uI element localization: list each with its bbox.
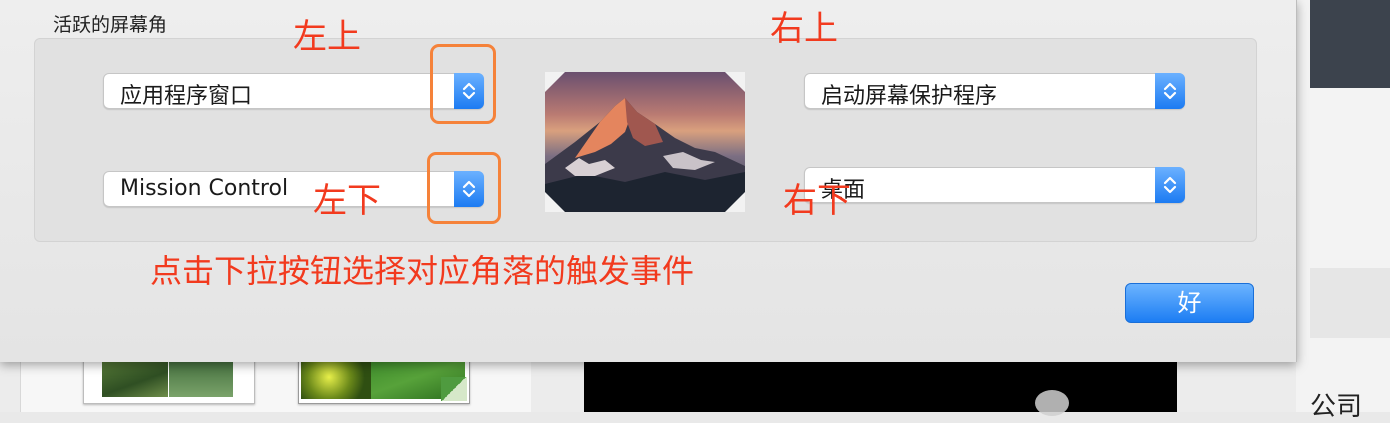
annotation-top-left: 左上 [293,17,361,57]
hot-corners-sheet: 活跃的屏幕角 应用程序窗口 Mission Control 启动屏幕保护程序 桌… [0,0,1297,362]
corner-triangle-icon [545,72,565,92]
section-title: 活跃的屏幕角 [53,14,168,36]
up-down-chevron-icon[interactable] [1155,167,1185,203]
corner-triangle-icon [545,192,565,212]
background-partial-text: 公司 [1310,392,1363,422]
highlight-box-top-left [430,44,496,124]
screen-preview-image [545,72,745,212]
background-dark-header [1310,0,1390,88]
wallpaper-thumbnail-image [169,357,233,397]
annotation-top-right: 右上 [770,9,838,49]
mountain-wallpaper-icon [545,98,745,212]
highlight-box-bottom-left [427,152,501,224]
top-right-corner-value: 启动屏幕保护程序 [821,84,998,109]
apple-logo-icon [1035,390,1069,416]
top-right-corner-select[interactable]: 启动屏幕保护程序 [804,73,1185,109]
wallpaper-thumbnail-image [102,357,168,397]
corner-triangle-icon [725,192,745,212]
bottom-right-corner-select[interactable]: 桌面 [804,167,1185,203]
background-panel-block [1310,268,1390,338]
top-left-corner-select[interactable]: 应用程序窗口 [103,73,484,109]
corner-triangle-icon [725,72,745,92]
ok-button[interactable]: 好 [1125,283,1254,323]
bottom-left-corner-value: Mission Control [120,176,289,201]
annotation-bottom-right: 右下 [783,181,851,221]
annotation-instruction: 点击下拉按钮选择对应角落的触发事件 [150,252,695,290]
up-down-chevron-icon[interactable] [1155,73,1185,109]
top-left-corner-value: 应用程序窗口 [120,84,253,109]
page-curl-icon [441,377,467,401]
annotation-bottom-left: 左下 [313,181,381,221]
